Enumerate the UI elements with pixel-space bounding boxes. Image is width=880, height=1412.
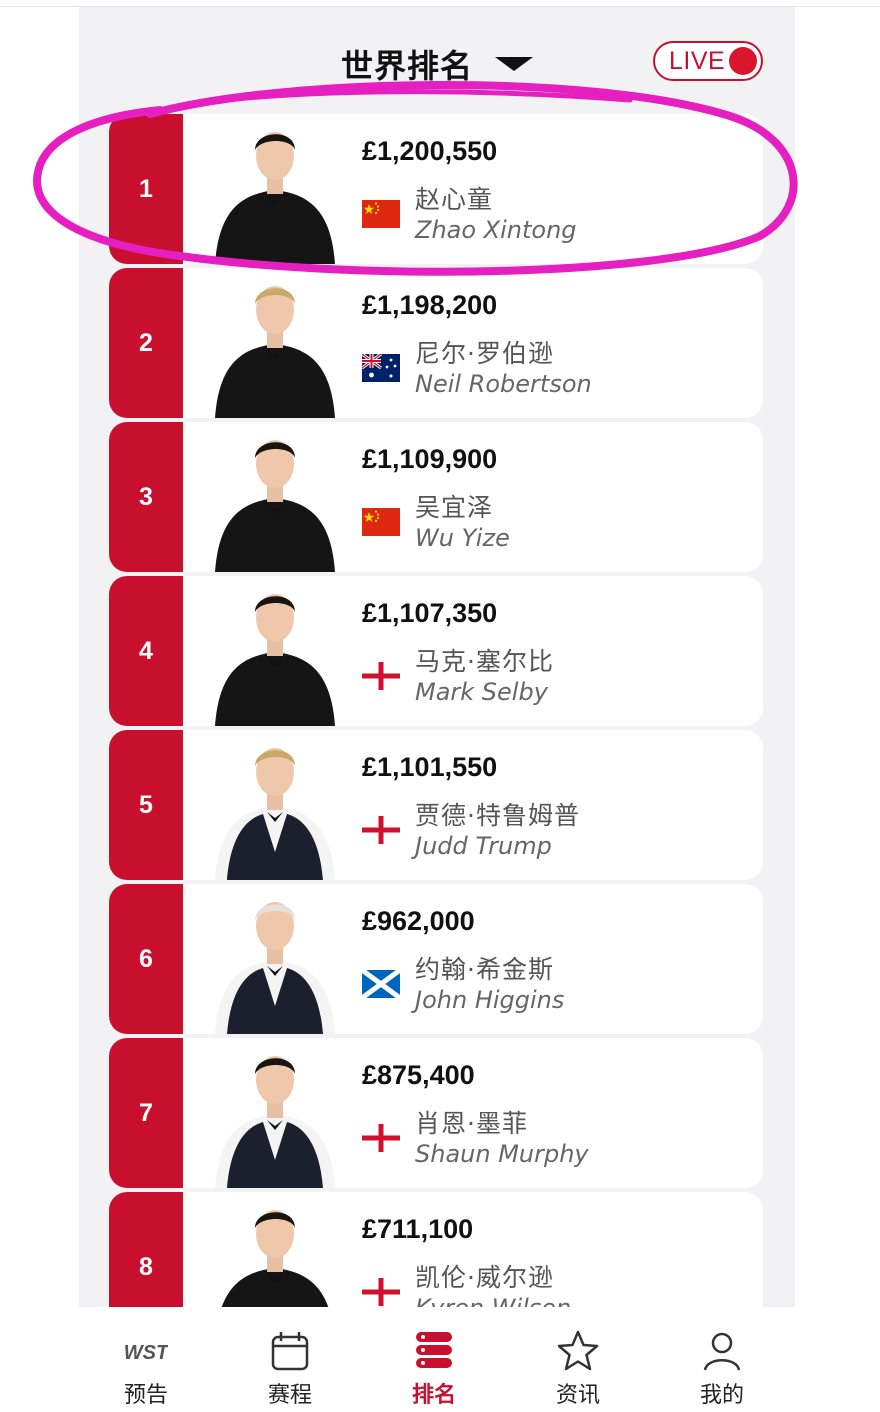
- player-name-chinese: 约翰·希金斯: [415, 955, 554, 984]
- player-photo: [205, 1194, 345, 1307]
- player-photo: [205, 1040, 345, 1188]
- prize-money: £1,109,900: [362, 444, 498, 474]
- player-name-chinese: 贾德·特鲁姆普: [415, 801, 580, 830]
- ranking-row[interactable]: 6 £962,000 约翰·希金斯 John Higgins: [109, 884, 763, 1034]
- rank-number: 6: [109, 884, 183, 1034]
- ranking-row[interactable]: 2 £1,198,200 尼尔·罗伯逊 Neil Robertson: [109, 268, 763, 418]
- player-name-english: Mark Selby: [415, 678, 548, 706]
- wst-logo-icon: WST: [124, 1329, 170, 1373]
- player-name-chinese: 吴宜泽: [415, 493, 494, 522]
- england-flag-icon: [362, 1124, 400, 1152]
- player-photo: [205, 732, 345, 880]
- prize-money: £711,100: [362, 1214, 474, 1244]
- china-flag-icon: [362, 508, 400, 536]
- caret-down-icon: [495, 57, 534, 71]
- prize-money: £1,101,550: [362, 752, 498, 782]
- player-name-english: Zhao Xintong: [415, 216, 577, 244]
- prize-money: £1,107,350: [362, 598, 498, 628]
- scotland-flag-icon: [360, 967, 402, 1001]
- bottom-tab-bar: WST 预告 赛程 排名 资讯 我的: [0, 1307, 880, 1412]
- player-name-english: John Higgins: [415, 986, 565, 1014]
- rank-number: 1: [109, 114, 183, 264]
- ranking-row[interactable]: 1 £1,200,550 赵心童 Zhao Xintong: [109, 114, 763, 264]
- live-button[interactable]: LIVE: [653, 41, 763, 81]
- england-flag-icon: [362, 816, 400, 844]
- user-icon: [700, 1329, 744, 1373]
- rank-number: 5: [109, 730, 183, 880]
- player-photo: [205, 424, 345, 572]
- prize-money: £875,400: [362, 1060, 475, 1090]
- ranking-type-dropdown[interactable]: 世界排名: [341, 41, 534, 87]
- rank-number: 4: [109, 576, 183, 726]
- live-dot-icon: [729, 47, 757, 75]
- prize-money: £962,000: [362, 906, 475, 936]
- ranking-row[interactable]: 4 £1,107,350 马克·塞尔比 Mark Selby: [109, 576, 763, 726]
- ranking-row[interactable]: 5 £1,101,550 贾德·特鲁姆普 Judd Trump: [109, 730, 763, 880]
- australia-flag-icon: [361, 352, 400, 382]
- player-name-english: Kyren Wilson: [415, 1294, 571, 1307]
- wst-logo-text: WST: [124, 1342, 168, 1364]
- page-header: 世界排名 LIVE: [79, 7, 795, 113]
- page-title: 世界排名: [341, 47, 474, 85]
- ranking-row[interactable]: 3 £1,109,900 吴宜泽 Wu Yize: [109, 422, 763, 572]
- player-name-chinese: 凯伦·威尔逊: [415, 1263, 554, 1292]
- prize-money: £1,200,550: [362, 136, 498, 166]
- player-photo: [205, 886, 345, 1034]
- player-photo: [205, 270, 345, 418]
- player-name-english: Shaun Murphy: [415, 1140, 589, 1168]
- star-icon: [556, 1329, 600, 1373]
- player-photo: [205, 578, 345, 726]
- rankings-stack-icon: [412, 1329, 456, 1373]
- tab-me[interactable]: 我的: [634, 1307, 810, 1412]
- england-flag-icon: [362, 1278, 400, 1306]
- player-name-english: Judd Trump: [415, 832, 552, 860]
- player-name-chinese: 尼尔·罗伯逊: [415, 339, 554, 368]
- live-label: LIVE: [669, 46, 726, 75]
- rank-number: 3: [109, 422, 183, 572]
- player-name-chinese: 赵心童: [415, 185, 494, 214]
- player-name-english: Neil Robertson: [415, 370, 592, 398]
- ranking-row[interactable]: 8 £711,100 凯伦·威尔逊 Kyren Wilson: [109, 1192, 763, 1307]
- calendar-icon: [268, 1329, 312, 1373]
- ranking-list: 1 £1,200,550 赵心童 Zhao Xintong 2 £1,198,200 尼尔·…: [109, 114, 763, 1307]
- tab-label: 我的: [699, 1383, 744, 1408]
- player-name-chinese: 马克·塞尔比: [415, 647, 554, 676]
- rank-number: 7: [109, 1038, 183, 1188]
- player-name-chinese: 肖恩·墨菲: [415, 1109, 528, 1138]
- prize-money: £1,198,200: [362, 290, 498, 320]
- player-photo: [205, 116, 345, 264]
- rankings-panel[interactable]: 世界排名 LIVE 1 £1,200,550 赵心童 Zhao Xintong 2 £1,…: [79, 7, 795, 1307]
- china-flag-icon: [362, 200, 400, 228]
- england-flag-icon: [362, 662, 400, 690]
- rank-number: 2: [109, 268, 183, 418]
- ranking-row[interactable]: 7 £875,400 肖恩·墨菲 Shaun Murphy: [109, 1038, 763, 1188]
- rank-number: 8: [109, 1192, 183, 1307]
- player-name-english: Wu Yize: [415, 524, 510, 552]
